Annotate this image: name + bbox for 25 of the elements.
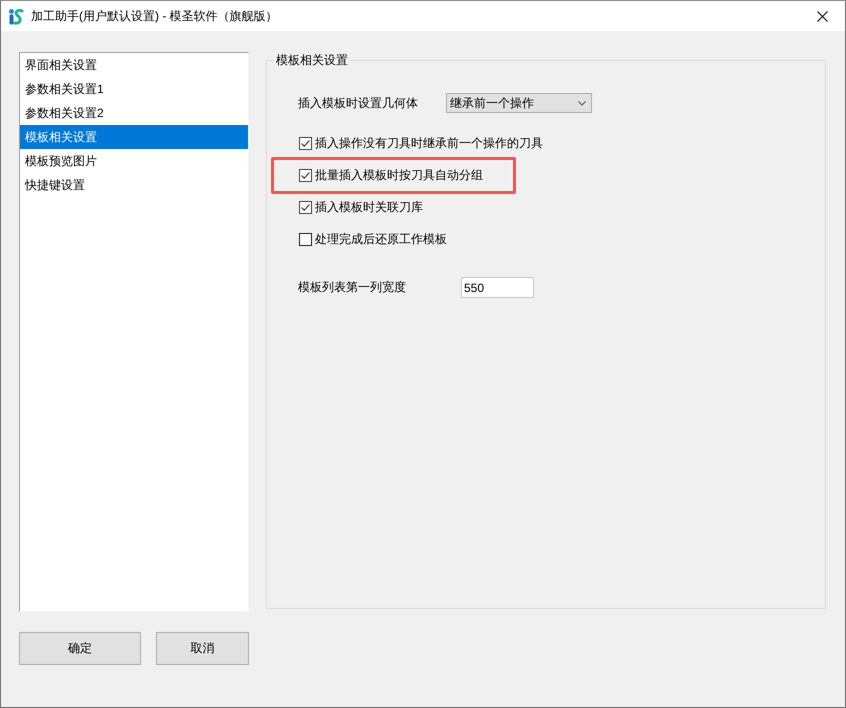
close-icon — [816, 10, 828, 22]
sidebar-item[interactable]: 模板相关设置 — [20, 125, 248, 149]
app-logo-icon — [8, 8, 24, 24]
sidebar-item[interactable]: 模板预览图片 — [20, 149, 248, 173]
checkbox-label: 批量插入模板时按刀具自动分组 — [315, 166, 483, 184]
sidebar-item[interactable]: 参数相关设置1 — [20, 77, 248, 101]
checkbox[interactable] — [299, 136, 312, 150]
chevron-down-icon — [578, 100, 586, 106]
dialog-button[interactable]: 取消 — [156, 632, 249, 665]
checkbox-label: 处理完成后还原工作模板 — [315, 230, 447, 248]
sidebar-item[interactable]: 界面相关设置 — [20, 53, 248, 77]
dialog-button[interactable]: 确定 — [19, 632, 141, 665]
checkbox[interactable] — [299, 168, 312, 182]
sidebar-item[interactable]: 参数相关设置2 — [20, 101, 248, 125]
checkbox-label: 插入模板时关联刀库 — [315, 198, 423, 216]
group-title: 模板相关设置 — [275, 52, 349, 68]
input-field[interactable]: 550 — [461, 277, 534, 298]
window-title: 加工助手(用户默认设置) - 模圣软件（旗舰版） — [31, 8, 278, 24]
checkbox[interactable] — [299, 200, 312, 214]
sidebar-item[interactable]: 快捷键设置 — [20, 173, 248, 197]
checkbox[interactable] — [299, 232, 312, 246]
checkbox-label: 插入操作没有刀具时继承前一个操作的刀具 — [315, 134, 543, 152]
field-label: 插入模板时设置几何体 — [298, 94, 419, 112]
field-label: 模板列表第一列宽度 — [298, 279, 407, 296]
dropdown[interactable]: 继承前一个操作 — [446, 93, 592, 113]
